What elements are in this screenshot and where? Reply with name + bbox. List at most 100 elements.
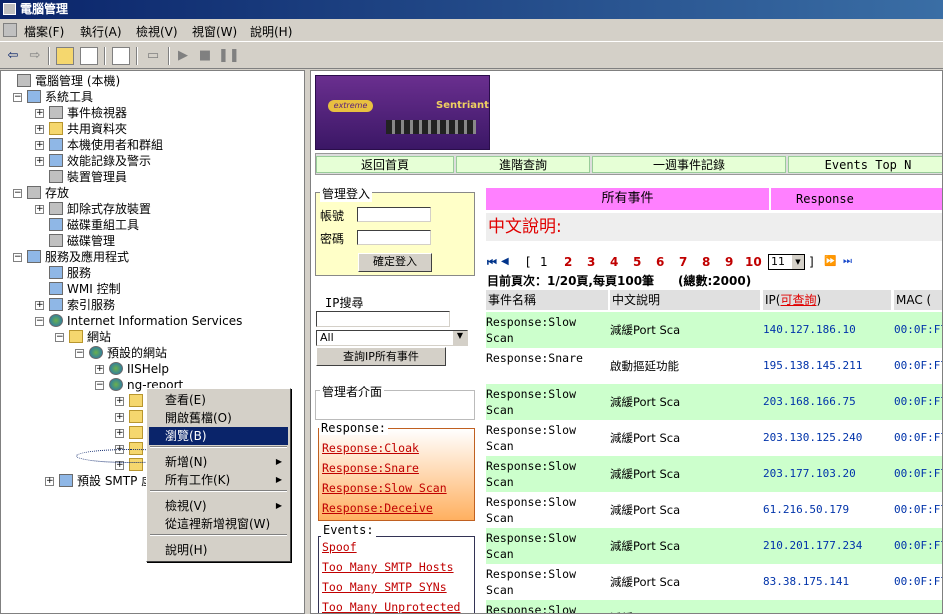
expand-icon[interactable]: + [115,413,124,422]
username-input[interactable] [357,207,431,222]
ip-query-link[interactable]: 可查詢 [780,293,816,307]
menu-file[interactable]: 檔案(F) [24,23,64,40]
ip-cell[interactable]: 195.138.145.211 [763,348,891,384]
first-page-icon[interactable]: ⏮ [487,256,497,270]
expand-icon[interactable]: + [95,365,104,374]
shared-folder-icon [49,122,63,135]
page-link[interactable]: 2 [564,255,572,269]
collapse-icon[interactable]: − [13,189,22,198]
page-link[interactable]: 10 [745,255,762,269]
expand-icon[interactable]: + [45,477,54,486]
expand-icon[interactable]: + [35,109,44,118]
context-menu-item[interactable]: 查看(E) [149,391,288,409]
connect-computer-icon[interactable]: ▭ [144,47,162,65]
expand-icon[interactable]: + [115,429,124,438]
show-hide-tree-icon[interactable] [80,47,98,65]
chevron-down-icon[interactable]: ▼ [792,255,804,269]
username-label: 帳號 [320,209,345,223]
context-menu-item[interactable]: 檢視(V) ▶ [149,497,288,515]
ip-cell[interactable]: 83.38.175.141 [763,564,891,600]
link-response-cloak[interactable]: Response:Cloak [322,441,419,455]
page-link[interactable]: 6 [656,255,664,269]
ip-cell[interactable]: 203.177.103.20 [763,456,891,492]
expand-icon[interactable]: + [35,157,44,166]
page-link[interactable]: 9 [725,255,733,269]
expand-icon[interactable]: + [115,397,124,406]
link-response-slow-scan[interactable]: Response:Slow Scan [322,481,447,495]
context-menu-item[interactable]: 開啟舊檔(O) [149,409,288,427]
ip-search-input[interactable] [316,311,450,327]
link-spoof[interactable]: Spoof [322,540,357,554]
page-link[interactable]: 3 [587,255,595,269]
menu-help[interactable]: 說明(H) [250,23,292,40]
menu-view[interactable]: 檢視(V) [136,23,178,40]
collapse-icon[interactable]: − [95,381,104,390]
ip-cell[interactable]: 203.115.207.12 [763,600,891,613]
collapse-icon[interactable]: − [55,333,64,342]
computer-management-icon [3,3,16,15]
ip-search-select[interactable]: All ▼ [316,330,468,346]
password-input[interactable] [357,230,431,245]
event-name-cell: Response:Slow Scan [486,495,577,525]
last-page-icon[interactable]: ⏭ [843,256,852,267]
page-select[interactable]: 11 ▼ [768,254,805,270]
context-menu-item[interactable]: 所有工作(K) ▶ [149,471,288,489]
expand-icon[interactable]: + [35,125,44,134]
console-menu-icon[interactable] [3,23,17,37]
tree-item-label: 服務 [67,266,92,280]
tree-item-label: 預設 SMTP 虛 [77,474,154,488]
expand-icon[interactable]: + [35,205,44,214]
link-too-many-smtp-hosts[interactable]: Too Many SMTP Hosts [322,560,454,574]
removable-storage-icon [49,202,63,215]
link-too-many-unprotected[interactable]: Too Many Unprotected [322,600,460,613]
link-too-many-smtp-syns[interactable]: Too Many SMTP SYNs [322,580,447,594]
menu-action[interactable]: 執行(A) [80,23,122,40]
next-page-icon[interactable]: ⏩ [824,256,836,267]
chevron-down-icon[interactable]: ▼ [453,331,467,345]
page-link[interactable]: 8 [702,255,710,269]
collapse-icon[interactable]: − [75,349,84,358]
tree-item-label: 裝置管理員 [67,170,128,184]
ip-cell[interactable]: 61.216.50.179 [763,492,891,528]
nav-events-top-n[interactable]: Events Top N [788,156,942,173]
nav-advanced-query[interactable]: 進階查詢 [456,156,590,173]
ip-cell[interactable]: 203.168.166.75 [763,384,891,420]
context-menu-item[interactable]: 新增(N) ▶ [149,453,288,471]
table-row: Response:Slow Scan 減緩Port Sca 210.201.17… [486,528,942,564]
context-menu-item-label: 說明(H) [165,543,208,557]
prev-page-icon[interactable]: ◀ [501,256,509,267]
properties-icon[interactable] [112,47,130,65]
ip-cell[interactable]: 140.127.186.10 [763,312,891,348]
nav-weekly-log[interactable]: 一週事件記錄 [592,156,786,173]
tab-response[interactable]: Response [796,188,854,210]
login-button[interactable]: 確定登入 [358,253,432,272]
menu-window[interactable]: 視窗(W) [192,23,237,40]
pause-service-icon[interactable]: ❚❚ [218,47,240,65]
collapse-icon[interactable]: − [13,93,22,102]
up-folder-icon[interactable] [56,47,74,65]
ip-query-button[interactable]: 查詢IP所有事件 [316,347,446,366]
tree-item-label: 系統工具 [45,90,94,104]
nav-home[interactable]: 返回首頁 [316,156,454,173]
forward-arrow-icon[interactable]: ⇨ [26,47,44,65]
collapse-icon[interactable]: − [13,253,22,262]
context-menu-item[interactable]: 瀏覽(B) [149,427,288,445]
ip-cell[interactable]: 210.201.177.234 [763,528,891,564]
start-service-icon[interactable]: ▶ [174,47,192,65]
ip-cell[interactable]: 203.130.125.240 [763,420,891,456]
stop-service-icon[interactable]: ■ [196,47,214,65]
expand-icon[interactable]: + [35,141,44,150]
collapse-icon[interactable]: − [35,317,44,326]
page-link[interactable]: 4 [610,255,618,269]
page-link[interactable]: 5 [633,255,641,269]
performance-icon [49,154,63,167]
tree-item-label: 存放 [45,186,70,200]
link-response-deceive[interactable]: Response:Deceive [322,501,433,515]
page-link[interactable]: 7 [679,255,687,269]
back-arrow-icon[interactable]: ⇦ [4,47,22,65]
context-menu-item[interactable]: 說明(H) [149,541,288,559]
link-response-snare[interactable]: Response:Snare [322,461,419,475]
expand-icon[interactable]: + [35,301,44,310]
tab-all-events[interactable]: 所有事件 [486,188,771,210]
context-menu-item[interactable]: 從這裡新增視窗(W) [149,515,288,533]
